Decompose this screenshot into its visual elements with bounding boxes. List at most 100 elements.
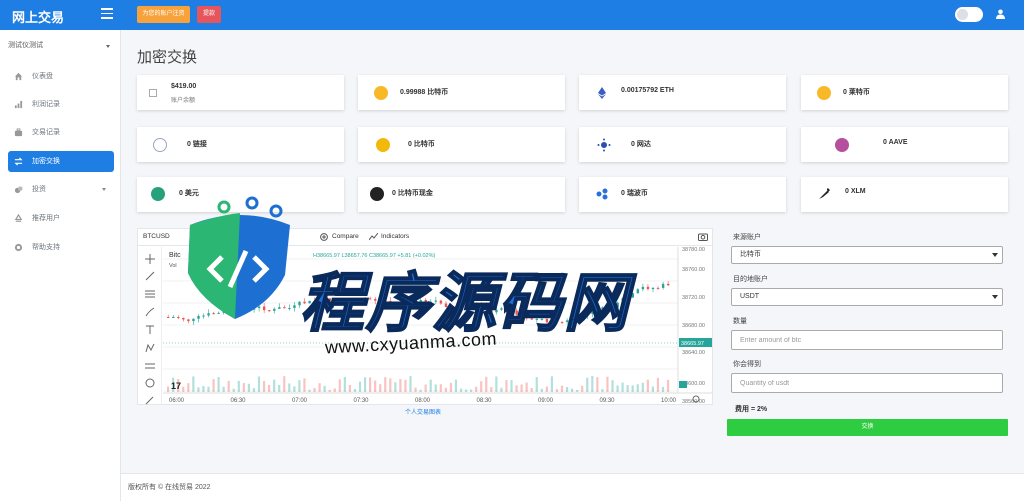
volume-bar	[449, 382, 452, 392]
source-account-select[interactable]: 比特币	[731, 246, 1003, 264]
volume-bar	[358, 381, 362, 392]
source-account-value: 比特币	[740, 251, 761, 258]
target-account-select[interactable]: USDT	[731, 288, 1003, 306]
aave-icon	[835, 138, 849, 152]
fib-icon[interactable]	[145, 289, 155, 299]
volume-bar	[621, 382, 624, 392]
volume-bar	[616, 385, 619, 392]
page-title: 加密交换	[137, 49, 198, 66]
volume-label: Vol	[169, 263, 177, 269]
volume-bar	[222, 386, 225, 392]
time-tick-label: 06:00	[169, 398, 185, 404]
user-icon[interactable]	[996, 9, 1005, 19]
recycle-icon	[14, 214, 23, 222]
sidebar-item-dashboard[interactable]: 仪表盘	[8, 66, 114, 87]
volume-bar	[207, 386, 210, 392]
bitcoin-icon	[374, 86, 388, 100]
withdraw-button[interactable]: 提款	[197, 6, 221, 23]
sidebar-item-transactions[interactable]: 交易记录	[8, 122, 114, 143]
menu-toggle-icon[interactable]	[101, 8, 113, 19]
trendline-icon[interactable]	[145, 271, 155, 281]
volume-bar	[338, 379, 341, 392]
volume-bar	[525, 382, 528, 392]
volume-bar	[298, 380, 301, 392]
volume-bar	[247, 383, 250, 392]
candle-body	[661, 283, 665, 288]
volume-bar	[550, 376, 553, 392]
target-account-value: USDT	[740, 293, 760, 300]
theme-toggle[interactable]	[955, 7, 983, 22]
volume-bar	[454, 379, 458, 392]
volume-bar	[363, 377, 367, 392]
volume-bar	[399, 379, 402, 392]
add-compare-icon	[320, 233, 328, 241]
volume-bar	[187, 383, 190, 392]
volume-bar	[631, 385, 634, 392]
receive-input[interactable]	[731, 373, 1003, 393]
account-select-value: 测试仪测试	[8, 42, 43, 49]
text-tool-icon[interactable]	[145, 325, 155, 335]
pencil-icon[interactable]	[145, 395, 155, 405]
wallet-balance: 0 XLM	[845, 188, 866, 195]
volume-bar	[475, 386, 478, 392]
volume-bar	[333, 388, 336, 392]
crosshair-icon[interactable]	[145, 254, 155, 264]
source-account-label: 来源账户	[733, 234, 761, 241]
brush-icon[interactable]	[145, 307, 155, 317]
volume-bar	[656, 377, 660, 392]
volume-bar	[348, 384, 351, 392]
ripple-icon	[596, 188, 608, 200]
indicators-button[interactable]: Indicators	[381, 233, 409, 240]
watermark-shield-logo	[188, 196, 290, 319]
candle-body	[172, 316, 175, 318]
exchange-submit-button[interactable]: 交换	[727, 419, 1008, 436]
exchange-icon	[14, 157, 23, 166]
price-tick-label: 38780.00	[682, 247, 705, 253]
volume-bar	[374, 380, 377, 392]
volume-bar	[480, 381, 483, 392]
fund-account-button[interactable]: 为您的账户注资	[137, 6, 190, 23]
camera-icon[interactable]	[698, 232, 708, 241]
sidebar-item-exchange[interactable]: 加密交换	[8, 151, 114, 172]
volume-bar	[565, 386, 569, 392]
toggle-knob	[957, 9, 968, 20]
candle-body	[631, 293, 634, 298]
volume-bar	[641, 382, 644, 392]
measure-icon[interactable]	[145, 361, 155, 371]
sidebar-item-referrals[interactable]: 推荐用户	[8, 208, 114, 229]
sidebar-item-profit[interactable]: 利润记录	[8, 94, 114, 115]
sidebar-item-support[interactable]: 帮助支持	[8, 237, 114, 258]
volume-bar	[611, 380, 614, 392]
sidebar-item-label: 推荐用户	[32, 215, 60, 222]
time-tick-label: 09:00	[538, 398, 554, 404]
receive-label: 你会得到	[733, 361, 761, 368]
wallet-balance: 0.99988 比特币	[400, 89, 449, 96]
volume-bar	[510, 380, 513, 392]
volume-bar	[182, 386, 185, 392]
volume-bar	[227, 380, 230, 392]
volume-bar	[232, 388, 235, 392]
pattern-icon[interactable]	[145, 343, 155, 353]
time-tick-label: 07:30	[354, 398, 370, 404]
brand-logo[interactable]: 网上交易	[12, 7, 64, 26]
account-select[interactable]: 测试仪测试	[8, 38, 112, 54]
compare-button[interactable]: Compare	[332, 233, 359, 240]
emoji-icon[interactable]	[145, 378, 155, 388]
bar-chart-icon	[14, 100, 23, 109]
home-icon	[14, 72, 23, 81]
symbol-selector[interactable]: BTCUSD	[143, 233, 170, 240]
wallet-card-ltc: 0 莱特币	[801, 75, 1008, 110]
briefcase-icon	[14, 128, 23, 137]
amount-input[interactable]	[731, 330, 1003, 350]
volume-bar	[515, 385, 518, 392]
volume-bar	[581, 385, 584, 392]
sidebar-item-invest[interactable]: 投资	[8, 179, 114, 200]
chart-caption-link[interactable]: 个人交易图表	[405, 407, 441, 416]
volume-bar	[217, 377, 220, 392]
volume-bar	[444, 387, 447, 392]
sidebar-item-label: 投资	[32, 186, 46, 193]
volume-bar	[273, 379, 276, 392]
volume-bar	[328, 389, 331, 392]
wallet-card-eth: 0.00175792 ETH	[579, 75, 786, 110]
volume-bar	[666, 379, 670, 392]
